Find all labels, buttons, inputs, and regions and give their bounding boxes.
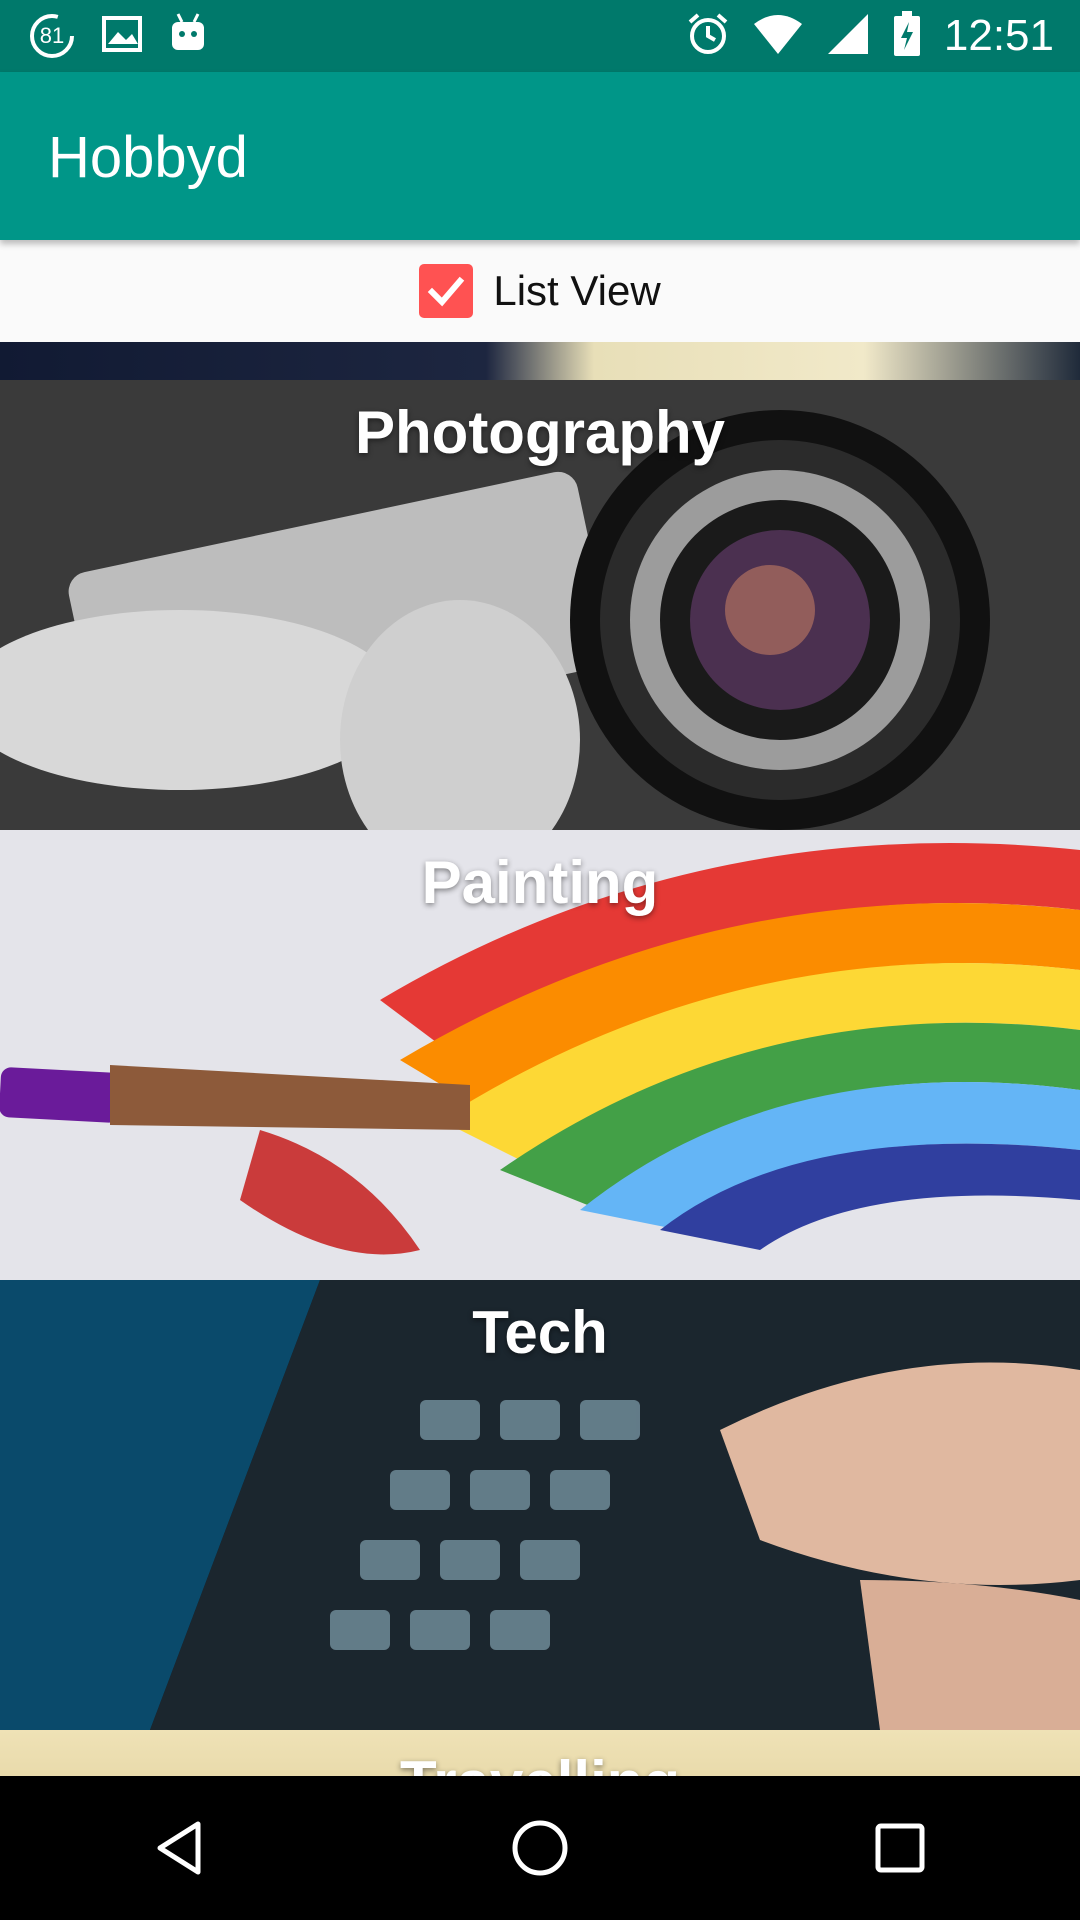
clock: 12:51 <box>943 11 1054 60</box>
back-button[interactable] <box>120 1788 240 1908</box>
hobby-title: Photography <box>355 399 725 466</box>
app-bar: Hobbyd <box>0 72 1080 240</box>
back-icon <box>157 1821 201 1875</box>
status-bar: 81 12:51 <box>0 0 1080 72</box>
hobby-title: Painting <box>421 849 659 916</box>
home-button[interactable] <box>480 1788 600 1908</box>
hobby-title: Tech <box>472 1299 608 1366</box>
battery-charging-icon <box>892 10 922 63</box>
partial-card-top <box>0 342 1080 380</box>
hobby-card-photography[interactable]: Photography <box>0 380 1080 830</box>
recents-icon <box>875 1823 925 1873</box>
recents-button[interactable] <box>840 1788 960 1908</box>
android-icon <box>168 12 208 61</box>
list-view-label: List View <box>493 267 661 314</box>
hobby-card-painting[interactable]: Painting <box>0 830 1080 1280</box>
hobby-list[interactable]: Photography Painting Tech <box>0 342 1080 1776</box>
list-view-toggle[interactable]: List View <box>0 240 1080 342</box>
hobby-card-tech[interactable]: Tech <box>0 1280 1080 1730</box>
cell-signal-icon <box>826 12 870 61</box>
hobby-card-travelling[interactable]: Travelling <box>0 1730 1080 1776</box>
sync-badge-icon: 81 <box>28 12 76 60</box>
home-icon <box>512 1820 568 1876</box>
nav-bar <box>0 1776 1080 1920</box>
check-icon <box>428 276 465 307</box>
hobby-title: Travelling <box>0 1748 1080 1776</box>
image-icon <box>102 14 142 59</box>
wifi-icon <box>752 14 804 59</box>
badge-number: 81 <box>39 23 65 48</box>
list-view-checkbox[interactable] <box>419 264 474 318</box>
alarm-icon <box>686 12 730 61</box>
app-title: Hobbyd <box>48 125 248 190</box>
